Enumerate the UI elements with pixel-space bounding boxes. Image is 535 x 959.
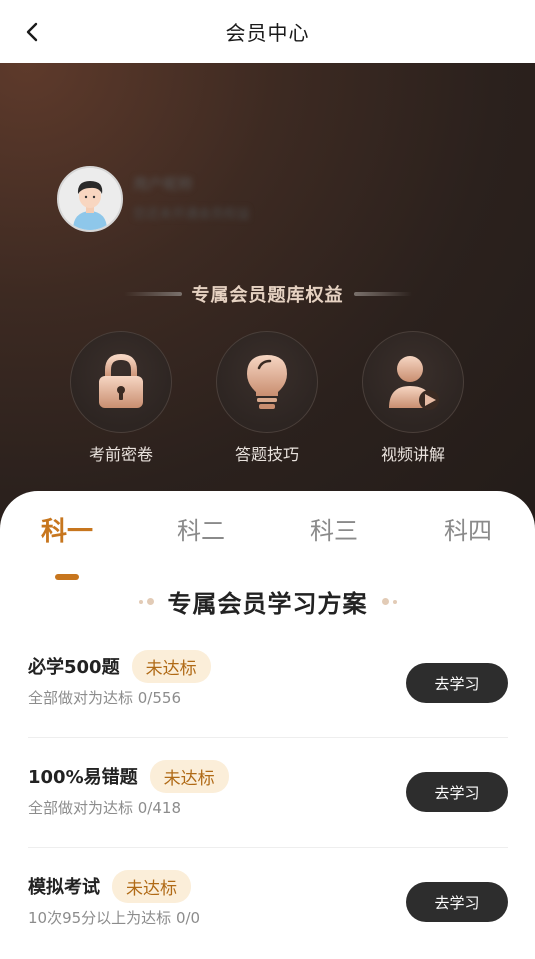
user-avatar-icon: [59, 168, 121, 230]
go-study-button[interactable]: 去学习: [406, 663, 508, 703]
lightbulb-icon: [247, 355, 287, 409]
tab-subject-2[interactable]: 科二: [146, 511, 256, 546]
benefit-answer-tips[interactable]: 答题技巧: [207, 331, 327, 465]
benefit-label: 视频讲解: [380, 445, 445, 464]
decor-dots-left: [138, 598, 154, 605]
benefits-heading: 专属会员题库权益: [0, 281, 535, 307]
user-name: 用户昵称: [133, 175, 194, 193]
plan-name: 模拟考试: [28, 877, 100, 898]
avatar[interactable]: [57, 166, 123, 232]
plan-item: 模拟考试 未达标 10次95分以上为达标 0/0 去学习: [28, 869, 508, 959]
page-title: 会员中心: [225, 21, 310, 45]
benefits-list: 考前密卷 答题技巧 视频讲解: [0, 331, 535, 471]
active-tab-indicator: [55, 574, 79, 580]
study-plan-card: 科一 科二 科三 科四 专属会员学习方案 必学500题 未达标 全部做对为达标 …: [0, 491, 535, 951]
status-badge: 未达标: [149, 759, 229, 793]
status-badge: 未达标: [131, 649, 211, 683]
plan-name: 100%易错题: [28, 767, 138, 788]
chevron-left-icon: [26, 22, 38, 42]
benefit-video-explain[interactable]: 视频讲解: [353, 331, 473, 465]
benefit-label: 考前密卷: [88, 445, 153, 464]
membership-hero: 用户昵称 您还未开通会员权益 专属会员题库权益 考前密卷 答题技巧 视频讲解: [0, 63, 535, 533]
top-bar: 会员中心: [0, 0, 535, 63]
go-study-button[interactable]: 去学习: [406, 882, 508, 922]
plan-item: 必学500题 未达标 全部做对为达标 0/556 去学习: [28, 649, 508, 739]
plan-item: 100%易错题 未达标 全部做对为达标 0/418 去学习: [28, 759, 508, 849]
go-study-button[interactable]: 去学习: [406, 772, 508, 812]
plan-section-title: 专属会员学习方案: [0, 584, 535, 619]
tab-subject-4[interactable]: 科四: [413, 511, 523, 546]
divider: [28, 737, 508, 738]
decor-dots-right: [381, 598, 397, 605]
heading-line-right: [353, 292, 412, 296]
back-button[interactable]: [18, 18, 46, 46]
plan-name: 必学500题: [28, 657, 120, 678]
status-badge: 未达标: [112, 869, 191, 903]
benefit-exam-papers[interactable]: 考前密卷: [61, 331, 181, 465]
subject-tabs: 科一 科二 科三 科四: [0, 511, 535, 580]
tab-subject-3[interactable]: 科三: [279, 511, 389, 546]
divider: [28, 847, 508, 848]
user-membership-status: 您还未开通会员权益: [133, 207, 251, 222]
benefit-label: 答题技巧: [234, 445, 299, 464]
video-person-icon: [389, 356, 439, 410]
lock-icon: [99, 353, 143, 408]
heading-line-left: [123, 292, 182, 296]
tab-subject-1[interactable]: 科一: [12, 511, 122, 548]
